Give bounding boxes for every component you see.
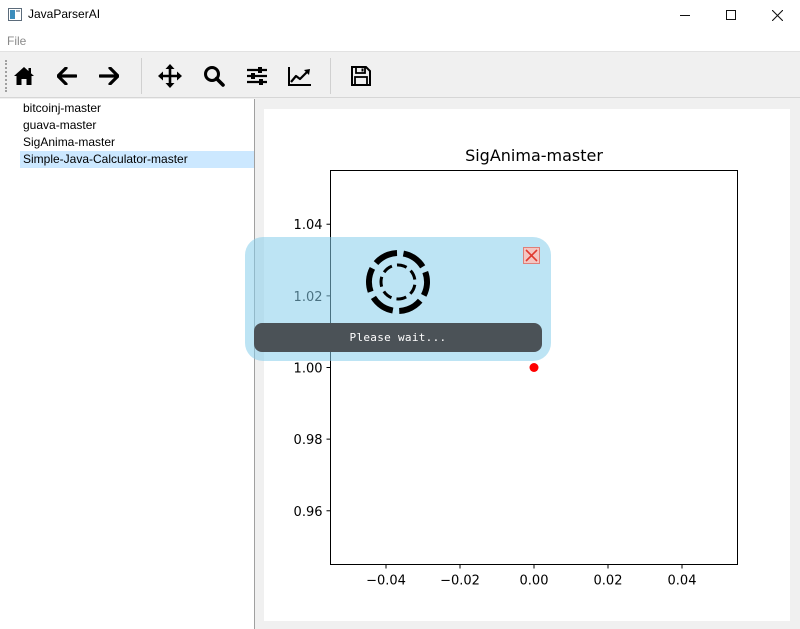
y-tick-label: 0.96: [294, 505, 323, 520]
close-icon: [525, 249, 538, 262]
loading-spinner-icon: [366, 250, 430, 314]
forward-button[interactable]: [94, 61, 124, 91]
chart-title: SigAnima-master: [465, 146, 603, 165]
repo-list-item[interactable]: guava-master: [20, 117, 254, 134]
repo-list-item-selected[interactable]: Simple-Java-Calculator-master: [20, 151, 254, 168]
minimize-button[interactable]: [662, 0, 708, 30]
x-tick-label: 0.00: [520, 574, 549, 589]
home-icon: [14, 67, 34, 85]
x-tick-label: 0.02: [594, 574, 623, 589]
close-window-button[interactable]: [754, 0, 800, 30]
repository-list[interactable]: bitcoinj-master guava-master SigAnima-ma…: [0, 99, 255, 629]
axes-button[interactable]: [285, 61, 315, 91]
maximize-button[interactable]: [708, 0, 754, 30]
panel-edge: [796, 99, 800, 629]
pan-button[interactable]: [155, 61, 185, 91]
x-tick-label: 0.04: [668, 574, 697, 589]
loading-overlay: Please wait...: [245, 237, 551, 361]
x-tick-label: −0.02: [440, 574, 480, 589]
back-button[interactable]: [52, 61, 82, 91]
maximize-icon: [726, 10, 736, 20]
toolbar: [0, 51, 800, 98]
close-icon: [771, 9, 783, 21]
subplots-button[interactable]: [242, 61, 272, 91]
save-button[interactable]: [346, 61, 376, 91]
data-point: [529, 363, 539, 372]
y-tick-label: 1.04: [294, 218, 323, 233]
x-tick-label: −0.04: [366, 574, 406, 589]
menu-bar: File: [0, 30, 800, 51]
move-icon: [158, 64, 182, 88]
zoom-button[interactable]: [199, 61, 229, 91]
repo-list-item[interactable]: SigAnima-master: [20, 134, 254, 151]
app-icon: [8, 8, 22, 21]
wait-message-bar: Please wait...: [254, 323, 542, 352]
save-icon: [351, 66, 371, 86]
home-button[interactable]: [9, 61, 39, 91]
repo-list-item[interactable]: bitcoinj-master: [20, 100, 254, 117]
overlay-close-button[interactable]: [523, 247, 540, 264]
window-title: JavaParserAI: [28, 7, 101, 21]
arrow-left-icon: [57, 67, 77, 85]
arrow-right-icon: [99, 67, 119, 85]
zoom-icon: [204, 66, 225, 87]
scatter-plot[interactable]: SigAnima-master −0.04 −0.02 0.00 0.02 0.04 0…: [264, 109, 790, 621]
sliders-icon: [247, 67, 267, 85]
minimize-icon: [680, 15, 690, 16]
toolbar-separator: [141, 58, 142, 94]
toolbar-grip[interactable]: [5, 60, 7, 92]
y-tick-label: 0.98: [294, 433, 323, 448]
title-bar: JavaParserAI: [0, 0, 800, 30]
menu-file[interactable]: File: [7, 34, 26, 48]
x-axis-ticks: −0.04 −0.02 0.00 0.02 0.04: [366, 564, 697, 589]
data-points: [529, 363, 539, 372]
line-chart-icon: [288, 67, 311, 86]
y-tick-label: 1.00: [294, 362, 323, 377]
wait-message: Please wait...: [349, 331, 447, 344]
toolbar-separator: [330, 58, 331, 94]
